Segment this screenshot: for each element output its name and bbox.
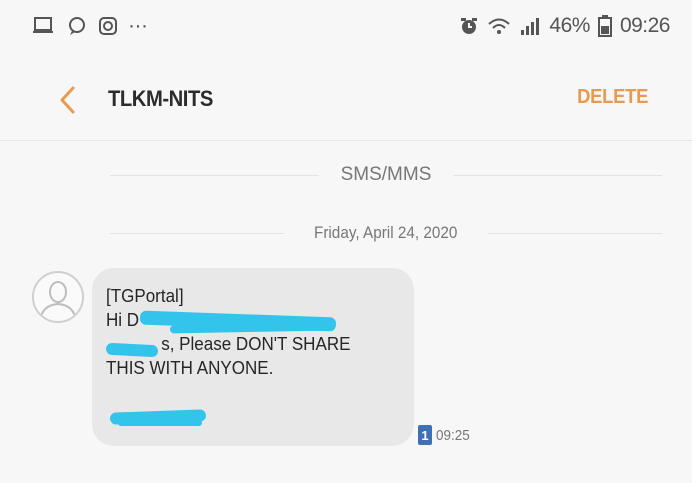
conversation-title: TLKM-NITS	[108, 86, 213, 111]
more-notifications: ···	[128, 14, 148, 37]
redaction-mark	[118, 420, 202, 426]
separator-line	[487, 232, 663, 234]
instagram-icon	[99, 17, 117, 35]
message-text: s, Please DON'T SHARE	[161, 333, 351, 354]
separator-line	[110, 174, 319, 176]
channel-separator: SMS/MMS	[0, 160, 692, 190]
app-bar: TLKM-NITS DELETE	[0, 70, 692, 130]
delete-button[interactable]: DELETE	[577, 86, 648, 109]
date-separator: Friday, April 24, 2020	[0, 218, 692, 248]
laptop-icon	[33, 17, 53, 33]
status-indicators: 46% 09:26	[459, 14, 671, 38]
header-divider	[0, 140, 692, 141]
message-bubble[interactable]: [TGPortal] Hi D s, Please DON'T SHARE TH…	[92, 268, 414, 446]
chevron-left-icon	[60, 86, 75, 114]
message-meta: 1 09:25	[418, 424, 474, 446]
person-icon	[39, 281, 77, 321]
separator-line	[110, 232, 285, 234]
channel-label: SMS/MMS	[340, 164, 432, 185]
message-line: THIS WITH ANYONE.	[106, 357, 274, 378]
sim-slot-badge: 1	[418, 425, 432, 445]
battery-icon	[597, 15, 612, 37]
alarm-icon	[461, 18, 478, 34]
date-label: Friday, April 24, 2020	[314, 223, 458, 242]
message-time: 09:25	[436, 426, 470, 444]
sender-avatar[interactable]	[32, 271, 84, 323]
chat-bubble-icon	[69, 17, 85, 35]
battery-percent: 46%	[549, 14, 590, 37]
message-line: [TGPortal]	[106, 285, 184, 306]
separator-line	[453, 174, 662, 176]
back-button[interactable]	[48, 80, 88, 120]
wifi-icon	[488, 18, 511, 34]
signal-icon	[521, 18, 540, 35]
status-bar: ··· 46% 09:26	[0, 0, 692, 52]
status-notifications: ···	[32, 14, 148, 38]
status-time: 09:26	[619, 14, 671, 37]
